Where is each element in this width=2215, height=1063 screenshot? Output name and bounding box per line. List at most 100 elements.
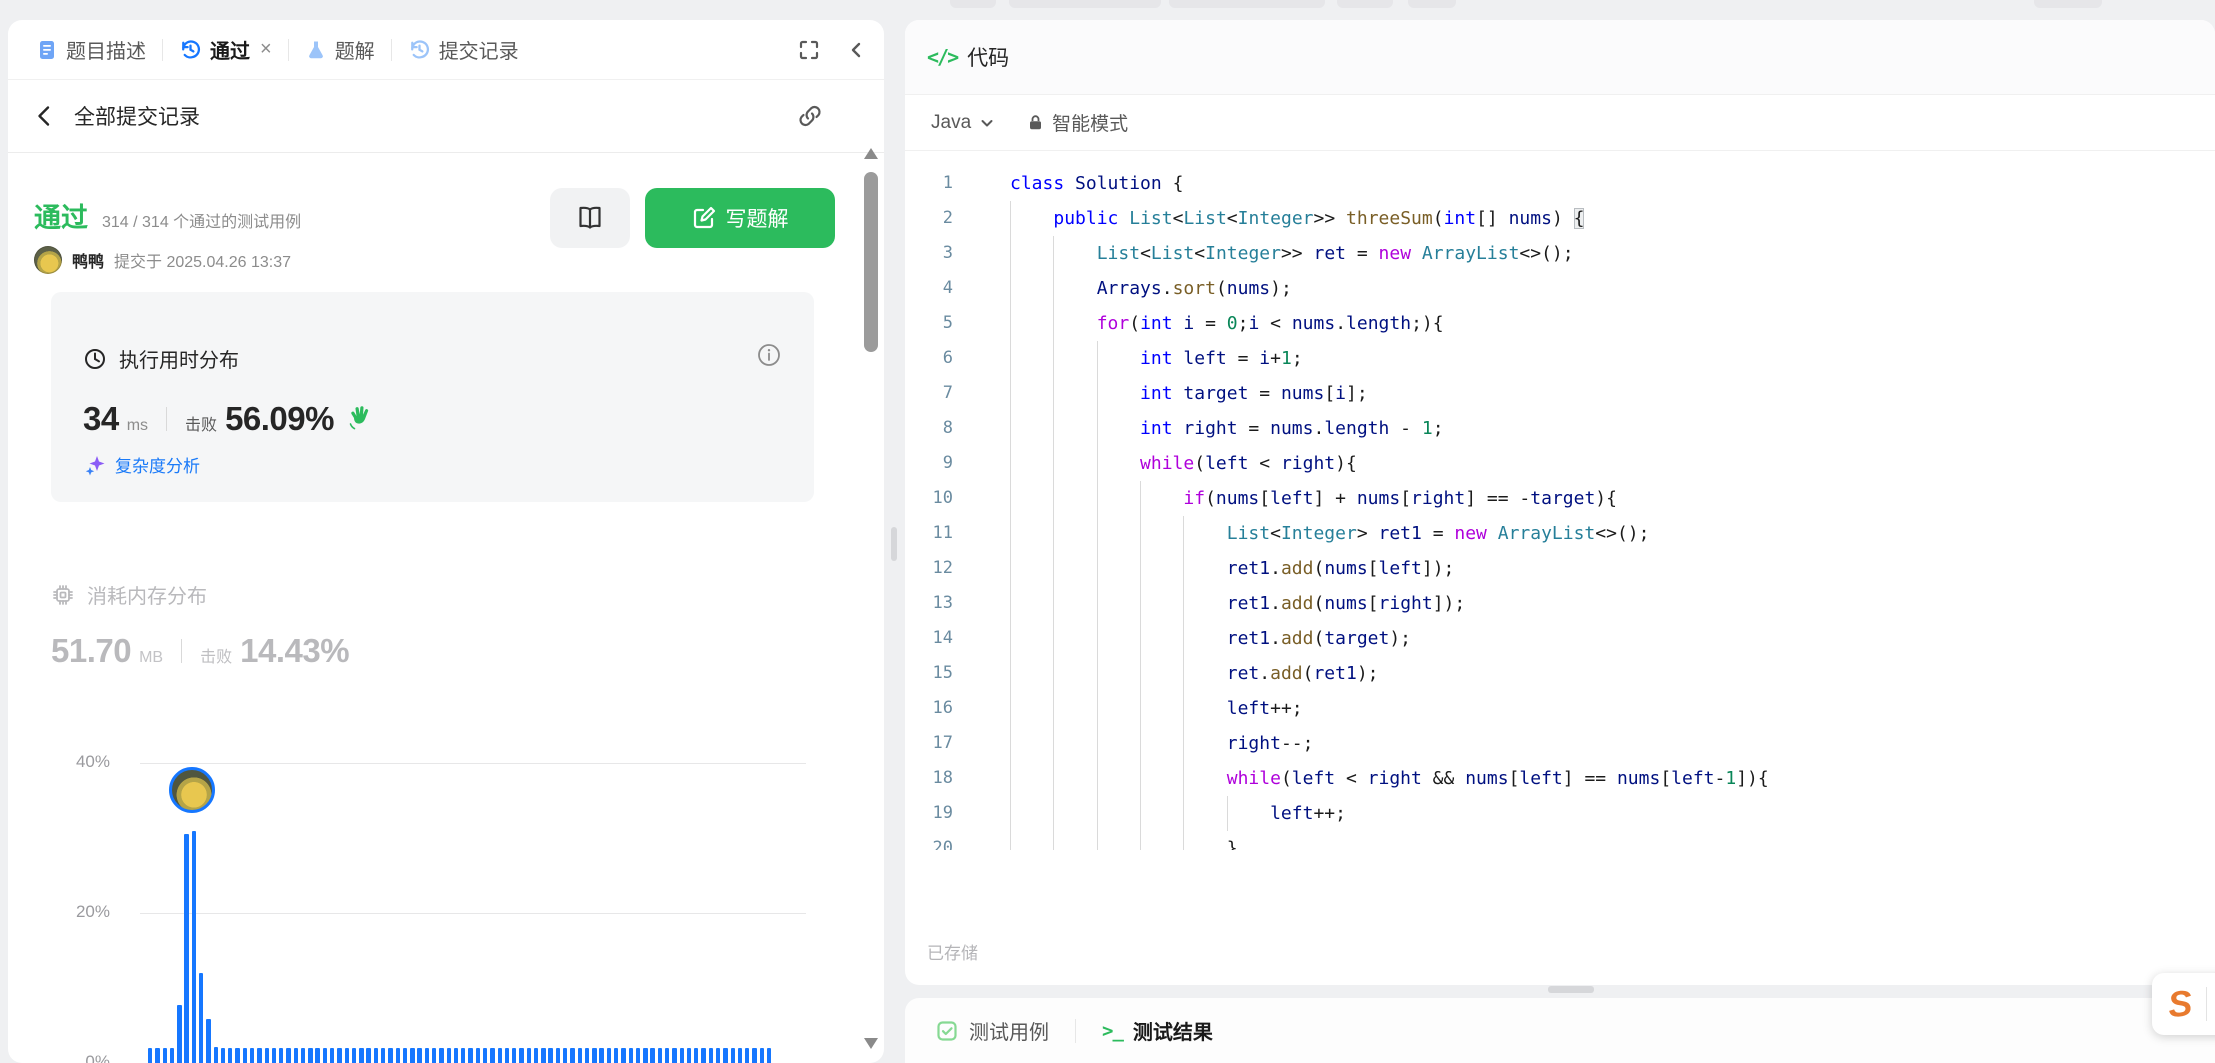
histogram-bar[interactable] (264, 1048, 269, 1063)
histogram-bar[interactable] (730, 1048, 735, 1063)
histogram-bar[interactable] (468, 1048, 473, 1063)
back-title[interactable]: 全部提交记录 (74, 101, 200, 131)
histogram-bar[interactable] (664, 1048, 670, 1063)
chart-user-marker[interactable] (169, 767, 215, 813)
code-line[interactable]: 19 left++; (905, 796, 2215, 831)
code-line[interactable]: 1 class Solution { (905, 166, 2215, 201)
histogram-bar[interactable] (606, 1048, 612, 1063)
histogram-bar[interactable] (548, 1048, 553, 1063)
complexity-analysis-link[interactable]: 复杂度分析 (83, 452, 200, 477)
histogram-bar[interactable] (526, 1048, 532, 1063)
histogram-bar[interactable] (373, 1048, 379, 1063)
histogram-bar[interactable] (643, 1048, 648, 1063)
histogram-bar[interactable] (431, 1048, 437, 1063)
histogram-bar[interactable] (584, 1048, 590, 1063)
histogram-bar[interactable] (541, 1048, 546, 1063)
memory-title[interactable]: 消耗内存分布 (87, 580, 207, 609)
code-line[interactable]: 11 List<Integer> ret1 = new ArrayList<>(… (905, 516, 2215, 551)
histogram-bar[interactable] (723, 1048, 728, 1063)
histogram-bar[interactable] (366, 1048, 371, 1063)
histogram-bar[interactable] (228, 1048, 233, 1063)
code-line[interactable]: 18 while(left < right && nums[left] == n… (905, 761, 2215, 796)
extension-widget[interactable]: S (2152, 973, 2215, 1035)
histogram-bar[interactable] (402, 1048, 408, 1063)
histogram-bar[interactable] (184, 834, 189, 1063)
histogram-bar[interactable] (614, 1048, 619, 1063)
language-selector[interactable]: Java (931, 112, 995, 134)
histogram-bar[interactable] (737, 1048, 743, 1063)
histogram-bar[interactable] (439, 1048, 444, 1063)
code-line[interactable]: 7 int target = nums[i]; (905, 376, 2215, 411)
histogram-bar[interactable] (686, 1048, 692, 1063)
histogram-bar[interactable] (599, 1048, 604, 1063)
histogram-bar[interactable] (715, 1048, 721, 1063)
code-line[interactable]: 6 int left = i+1; (905, 341, 2215, 376)
histogram-bar[interactable] (395, 1048, 400, 1063)
histogram-bar[interactable] (162, 1048, 167, 1063)
histogram-bar[interactable] (446, 1048, 451, 1063)
panel-resize-handle-horizontal[interactable] (1548, 986, 1594, 993)
code-editor[interactable]: 1 class Solution {2 public List<List<Inte… (905, 151, 2215, 850)
histogram-bar[interactable] (293, 1048, 299, 1063)
histogram-bar[interactable] (533, 1048, 539, 1063)
fullscreen-icon[interactable] (798, 39, 820, 61)
code-line[interactable]: 10 if(nums[left] + nums[right] == -targe… (905, 481, 2215, 516)
back-arrow-icon[interactable] (32, 103, 58, 129)
code-line[interactable]: 14 ret1.add(target); (905, 621, 2215, 656)
histogram-bar[interactable] (249, 1048, 255, 1063)
histogram-bar[interactable] (220, 1048, 226, 1063)
histogram-bar[interactable] (635, 1048, 641, 1063)
scroll-up-arrow[interactable] (864, 148, 878, 159)
histogram-bar[interactable] (279, 1048, 284, 1063)
histogram-bar[interactable] (621, 1048, 626, 1063)
code-line[interactable]: 20 } (905, 831, 2215, 850)
write-solution-button[interactable]: 写题解 (645, 188, 835, 248)
histogram-bar[interactable] (475, 1048, 481, 1063)
notebook-button[interactable] (550, 188, 630, 248)
code-line[interactable]: 4 Arrays.sort(nums); (905, 271, 2215, 306)
histogram-bar[interactable] (235, 1048, 240, 1063)
histogram-bar[interactable] (198, 973, 204, 1063)
histogram-bar[interactable] (417, 1048, 422, 1063)
histogram-bar[interactable] (191, 830, 197, 1063)
histogram-bar[interactable] (242, 1048, 248, 1063)
histogram-bar[interactable] (257, 1048, 262, 1063)
smart-mode-toggle[interactable]: 智能模式 (1027, 109, 1128, 136)
code-line[interactable]: 2 public List<List<Integer>> threeSum(in… (905, 201, 2215, 236)
histogram-bar[interactable] (512, 1048, 517, 1063)
histogram-bar[interactable] (519, 1048, 524, 1063)
histogram-bar[interactable] (482, 1048, 488, 1063)
histogram-bar[interactable] (650, 1048, 655, 1063)
histogram-bar[interactable] (424, 1048, 430, 1063)
histogram-bar[interactable] (337, 1048, 342, 1063)
histogram-bar[interactable] (155, 1048, 160, 1063)
histogram-bar[interactable] (308, 1048, 313, 1063)
histogram-bar[interactable] (410, 1048, 415, 1063)
histogram-bar[interactable] (213, 1046, 218, 1063)
histogram-bar[interactable] (388, 1048, 393, 1063)
code-line[interactable]: 17 right--; (905, 726, 2215, 761)
histogram-bar[interactable] (206, 1018, 211, 1063)
tab-accepted[interactable]: 通过 × (169, 20, 282, 79)
histogram-bar[interactable] (694, 1048, 699, 1063)
link-icon[interactable] (796, 102, 824, 130)
histogram-bar[interactable] (555, 1048, 561, 1063)
histogram-bar[interactable] (766, 1048, 772, 1063)
info-icon[interactable] (756, 342, 782, 368)
histogram-bar[interactable] (300, 1048, 306, 1063)
tab-submissions[interactable]: 提交记录 (398, 20, 529, 79)
histogram-bar[interactable] (745, 1048, 750, 1063)
collapse-panel-icon[interactable] (846, 40, 866, 60)
code-line[interactable]: 8 int right = nums.length - 1; (905, 411, 2215, 446)
histogram-bar[interactable] (504, 1048, 510, 1063)
tab-problem-description[interactable]: 题目描述 (26, 20, 156, 79)
histogram-bar[interactable] (169, 1048, 175, 1063)
histogram-bar[interactable] (752, 1048, 757, 1063)
histogram-bar[interactable] (351, 1048, 357, 1063)
histogram-bar[interactable] (570, 1048, 575, 1063)
code-line[interactable]: 9 while(left < right){ (905, 446, 2215, 481)
scrollbar-thumb[interactable] (864, 172, 878, 352)
histogram-bar[interactable] (461, 1048, 466, 1063)
runtime-distribution-card[interactable]: 执行用时分布 34 ms 击败 56.09% 复杂度分析 (51, 292, 814, 502)
code-line[interactable]: 3 List<List<Integer>> ret = new ArrayLis… (905, 236, 2215, 271)
